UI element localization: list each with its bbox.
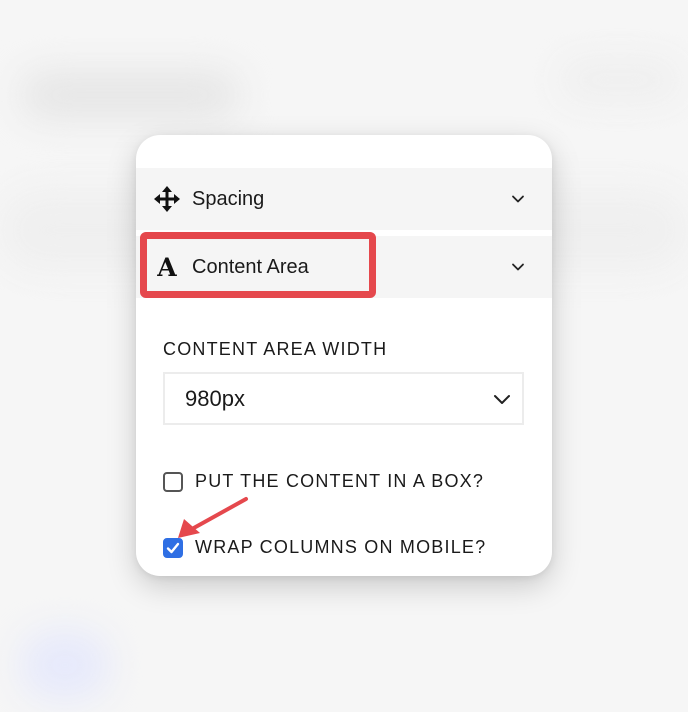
put-content-in-box-option[interactable]: PUT THE CONTENT IN A BOX? xyxy=(163,471,484,492)
section-content-area-label: Content Area xyxy=(192,255,309,278)
background-shape xyxy=(560,60,680,100)
chevron-down-icon[interactable] xyxy=(510,259,526,275)
move-arrows-icon xyxy=(154,186,180,212)
content-area-width-select[interactable]: 980px xyxy=(163,372,524,425)
section-spacing[interactable]: Spacing xyxy=(136,168,552,230)
wrap-columns-option[interactable]: WRAP COLUMNS ON MOBILE? xyxy=(163,537,486,558)
settings-panel: Spacing A Content Area CONTENT AREA WIDT… xyxy=(136,135,552,576)
wrap-columns-label: WRAP COLUMNS ON MOBILE? xyxy=(195,537,487,557)
checkmark-icon xyxy=(166,542,180,553)
content-area-width-label: CONTENT AREA WIDTH xyxy=(163,339,388,359)
wrap-columns-checkbox[interactable] xyxy=(163,537,183,558)
background-shape xyxy=(20,70,240,120)
background-shape xyxy=(20,630,110,700)
font-letter-a-icon: A xyxy=(157,252,177,282)
section-content-area[interactable]: A Content Area xyxy=(136,232,552,298)
section-spacing-label: Spacing xyxy=(192,187,265,210)
chevron-down-icon xyxy=(492,389,512,409)
put-content-in-box-label: PUT THE CONTENT IN A BOX? xyxy=(195,471,485,491)
content-area-width-value: 980px xyxy=(185,385,245,411)
put-content-in-box-checkbox[interactable] xyxy=(163,471,183,492)
chevron-down-icon[interactable] xyxy=(510,191,526,207)
